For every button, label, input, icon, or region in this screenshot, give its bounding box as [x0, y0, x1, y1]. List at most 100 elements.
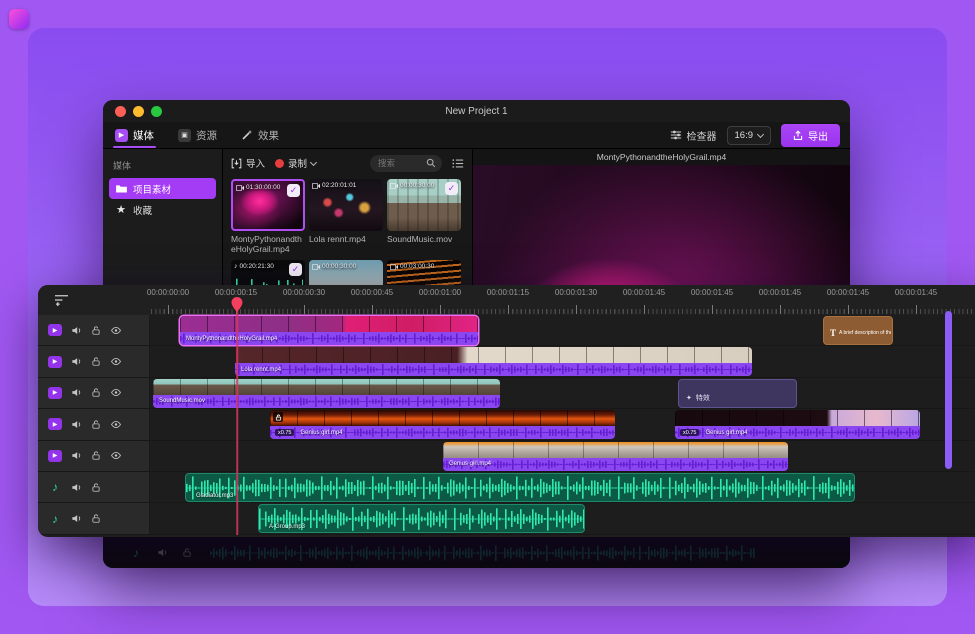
lock-track-button[interactable] [91, 356, 101, 367]
clip-duration-text: 00:00:30:00 [322, 263, 356, 270]
timeline-video-clip[interactable]: SoundMusic.mov [153, 379, 500, 408]
video-camera-icon [236, 185, 244, 191]
timeline-audio-clip[interactable]: Gladiator.mp3 [185, 473, 855, 502]
mute-track-button[interactable] [71, 513, 82, 524]
magic-wand-icon [241, 129, 253, 141]
clip-duration-badge: ♪00:20:21:30 [234, 263, 274, 270]
selected-check-badge[interactable]: ✓ [289, 263, 302, 276]
video-camera-icon [390, 183, 398, 189]
clip-filmstrip [675, 410, 920, 426]
playhead-line[interactable] [236, 309, 238, 535]
search-input[interactable] [376, 157, 426, 169]
chevron-down-icon [310, 158, 317, 165]
clip-duration-badge: 00:00:30:00 [312, 263, 356, 270]
timeline-ruler[interactable]: 00:00:00:0000:00:00:1500:00:00:3000:00:0… [150, 288, 975, 300]
aspect-ratio-button[interactable]: 16:9 [727, 126, 772, 145]
clip-name-label: MontyPythonandtheHolyGrail.mp4 [186, 336, 277, 342]
lock-track-button[interactable] [91, 419, 101, 430]
record-button[interactable]: 录制 [275, 156, 316, 170]
mute-track-button[interactable] [71, 482, 82, 493]
clip-duration-text: 02:20:01:01 [322, 182, 356, 189]
purple-backdrop: New Project 1 ▶ 媒体 ▣ 资源 效果 [0, 0, 975, 634]
timeline-audio-clip[interactable]: A-Group.mp3 [258, 504, 585, 533]
sparkle-icon: ✦ [686, 394, 692, 402]
track-header: ▶ [38, 346, 150, 376]
timeline-video-clip[interactable]: Genius girl.mp4 [443, 442, 788, 471]
star-icon: ★ [115, 204, 127, 216]
sidebar-item-project-assets[interactable]: 项目素材 [109, 178, 216, 199]
ruler-timecode: 00:00:00:00 [147, 288, 189, 297]
toggle-visibility-button[interactable] [110, 450, 122, 461]
import-button[interactable]: 导入 [231, 156, 265, 170]
timeline-tracks: ▶▶▶▶▶♪♪MontyPythonandtheHolyGrail.mp4TA … [38, 315, 975, 537]
clip-name-label: A brief description of the [839, 330, 891, 336]
mute-track-button[interactable] [71, 356, 82, 367]
media-thumbnail[interactable]: 00:00:30:00✓ [387, 179, 461, 231]
mute-track-button[interactable] [71, 450, 82, 461]
track-header: ♪ [38, 472, 150, 502]
playhead-handle[interactable] [232, 297, 243, 312]
media-item[interactable]: 02:20:01:01 Lola rennt.mp4 [309, 179, 383, 254]
ruler-timecode: 00:00:01:00 [419, 288, 461, 297]
media-item[interactable]: 01:30:00:00✓ MontyPythonandtheHolyGrail.m… [231, 179, 305, 254]
search-icon [426, 158, 436, 168]
lock-track-button[interactable] [91, 325, 101, 336]
media-thumbnail[interactable]: 01:30:00:00✓ [231, 179, 305, 231]
tab-media[interactable]: ▶ 媒体 [103, 122, 166, 148]
tab-resources-label: 资源 [196, 128, 217, 143]
video-camera-icon [312, 183, 320, 189]
ruler-timecode: 00:00:01:45 [623, 288, 665, 297]
media-thumbnail[interactable]: 02:20:01:01 [309, 179, 383, 231]
mute-track-button[interactable] [71, 325, 82, 336]
toggle-visibility-button[interactable] [110, 356, 122, 367]
export-icon [793, 130, 803, 141]
clip-audio-strip: Lola rennt.mp4 [235, 363, 752, 376]
inspector-label: 检查器 [687, 128, 717, 143]
lock-track-button[interactable] [91, 450, 101, 461]
track-header: ▶ [38, 315, 150, 345]
timeline-video-clip[interactable]: Lola rennt.mp4 [235, 347, 752, 376]
timeline-video-clip[interactable]: MontyPythonandtheHolyGrail.mp4 [180, 316, 478, 345]
timeline-video-clip[interactable]: x0.75Genius girl.mp4 [675, 410, 920, 439]
timeline-panel: 00:00:00:0000:00:00:1500:00:00:3000:00:0… [38, 285, 975, 537]
selected-check-badge[interactable]: ✓ [287, 184, 300, 197]
timeline-text-clip[interactable]: TA brief description of the [823, 316, 893, 345]
selected-check-badge[interactable]: ✓ [445, 182, 458, 195]
mute-track-button[interactable] [71, 387, 82, 398]
speaker-icon [157, 547, 168, 558]
timeline-effect-clip[interactable]: ✦特效 [678, 379, 797, 408]
media-item-name: SoundMusic.mov [387, 234, 461, 244]
media-item-name: MontyPythonandtheHolyGrail.mp4 [231, 234, 305, 254]
timeline-video-clip[interactable]: x0.75Genius girl.mp4 [270, 410, 615, 439]
video-track-icon: ▶ [48, 450, 62, 462]
video-track-icon: ▶ [48, 356, 62, 368]
sidebar-item-label: 项目素材 [133, 182, 171, 196]
import-label: 导入 [246, 156, 265, 170]
toggle-visibility-button[interactable] [110, 387, 122, 398]
timeline-vertical-scrollbar[interactable] [945, 311, 952, 469]
media-item-name: Lola rennt.mp4 [309, 234, 383, 244]
clip-filmstrip [235, 347, 752, 363]
tab-resources[interactable]: ▣ 资源 [166, 122, 229, 148]
text-clip-content: TA brief description of the [830, 328, 891, 338]
lock-track-button[interactable] [91, 513, 101, 524]
music-note-icon: ♪ [129, 546, 143, 560]
tab-effects-label: 效果 [258, 128, 279, 143]
tab-effects[interactable]: 效果 [229, 122, 291, 148]
clip-duration-text: 00:20:21:30 [240, 263, 274, 270]
sidebar-item-favorites[interactable]: ★ 收藏 [109, 199, 216, 220]
lock-track-button[interactable] [91, 387, 101, 398]
mute-track-button[interactable] [71, 419, 82, 430]
ruler-timecode: 00:00:01:45 [895, 288, 937, 297]
lock-track-button[interactable] [91, 482, 101, 493]
list-view-icon[interactable] [452, 158, 464, 169]
track-header: ▶ [38, 441, 150, 471]
inspector-button[interactable]: 检查器 [670, 128, 717, 143]
add-track-icon[interactable] [54, 293, 69, 306]
text-icon: T [830, 328, 836, 338]
toggle-visibility-button[interactable] [110, 419, 122, 430]
export-button[interactable]: 导出 [781, 124, 840, 147]
media-item[interactable]: 00:00:30:00✓ SoundMusic.mov [387, 179, 461, 254]
toggle-visibility-button[interactable] [110, 325, 122, 336]
media-tab-icon: ▶ [115, 129, 128, 142]
